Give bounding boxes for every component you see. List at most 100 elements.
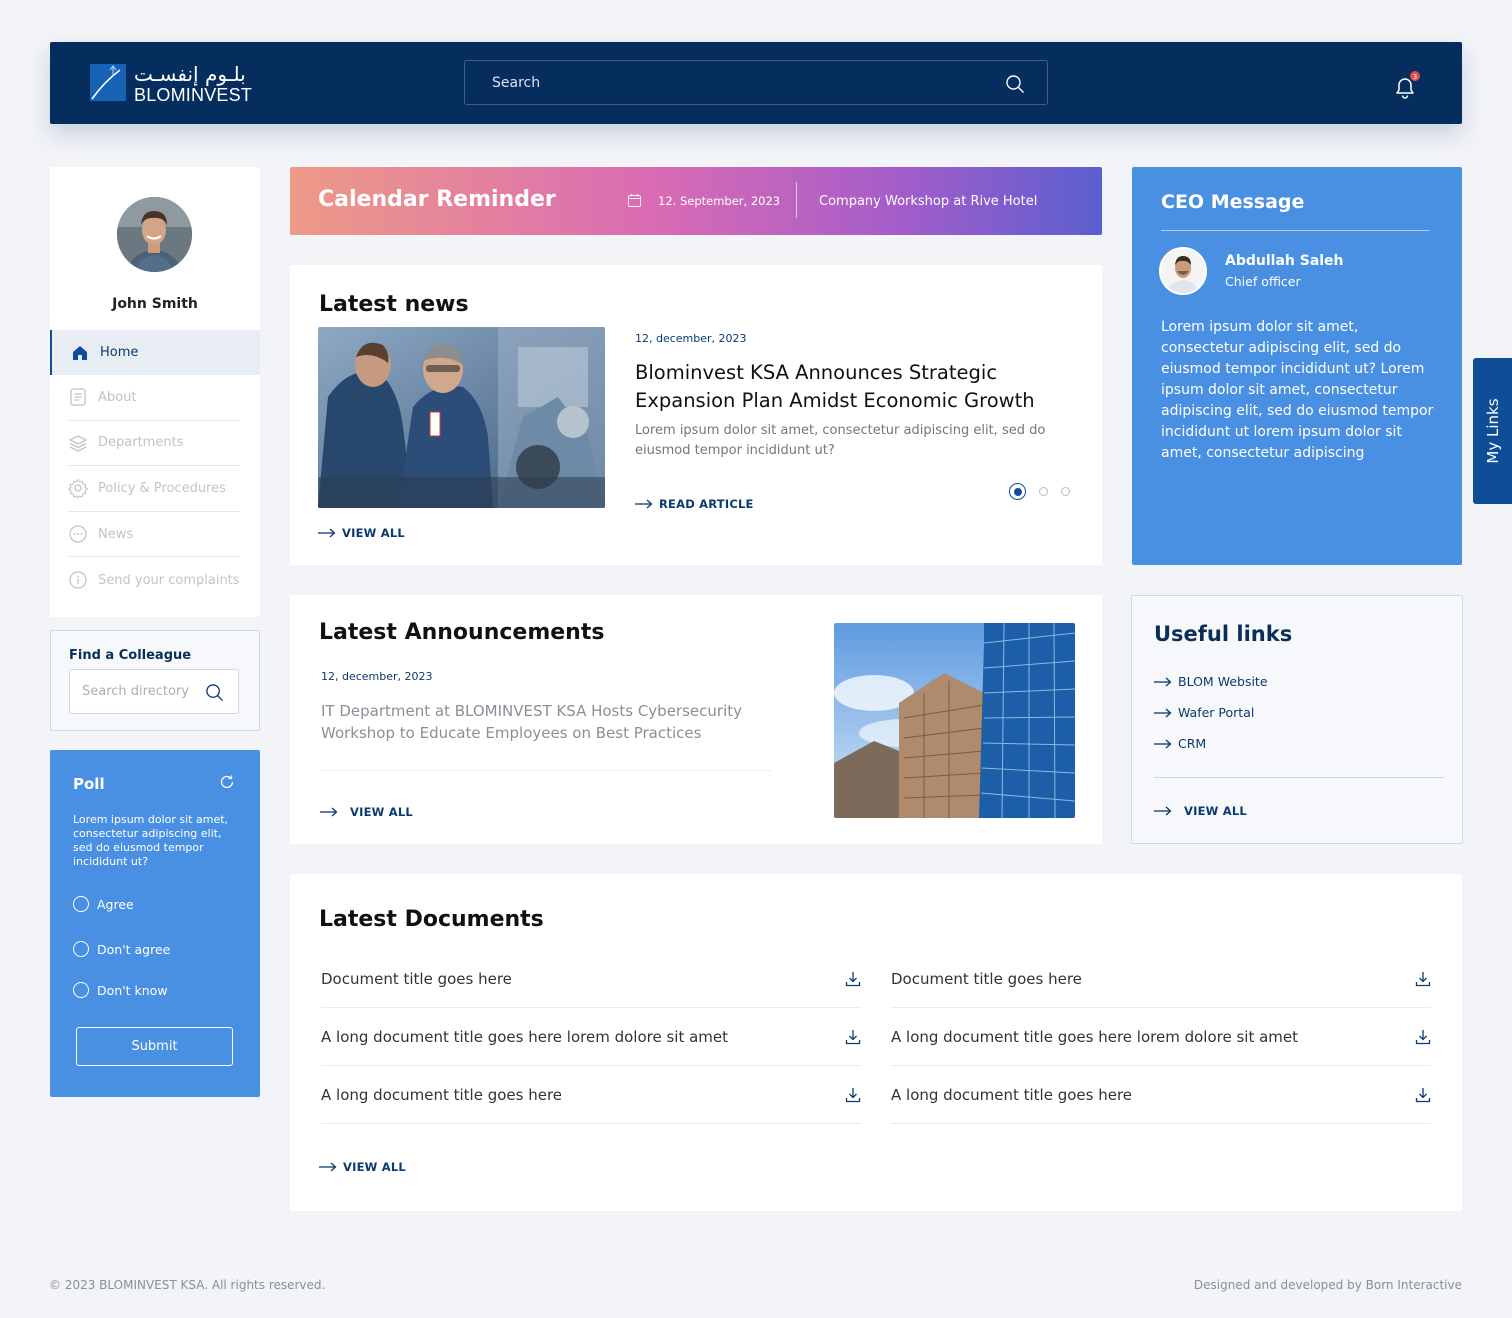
document-row[interactable]: A long document title goes here lorem do…	[321, 1008, 861, 1066]
radio-button[interactable]	[73, 896, 89, 912]
sidebar-item-home[interactable]: Home	[50, 330, 260, 375]
document-row[interactable]: A long document title goes here	[891, 1066, 1431, 1124]
read-article-link[interactable]: READ ARTICLE	[635, 493, 754, 512]
document-icon	[70, 388, 86, 406]
poll-option-agree[interactable]: Agree	[73, 896, 134, 912]
useful-link-wafer-portal[interactable]: Wafer Portal	[1154, 705, 1254, 720]
download-icon[interactable]	[1415, 971, 1431, 987]
news-carousel-dots	[1009, 483, 1070, 500]
carousel-dot-1[interactable]	[1009, 483, 1026, 500]
announcement-date: 12, december, 2023	[321, 670, 433, 683]
arrow-right-icon	[319, 1162, 337, 1171]
ceo-message-title: CEO Message	[1161, 191, 1305, 213]
arrow-right-icon	[1154, 677, 1172, 686]
top-header: بلـوم إنفسـت BLOMINVEST 3	[50, 42, 1462, 124]
calendar-reminder-banner[interactable]: Calendar Reminder 12. September, 2023 Co…	[290, 167, 1102, 235]
logo-arabic-text: بلـوم إنفسـت	[134, 62, 246, 86]
useful-links-view-all-link[interactable]: VIEW ALL	[1154, 800, 1247, 819]
carousel-dot-3[interactable]	[1061, 487, 1070, 496]
poll-option-label: Agree	[97, 896, 134, 912]
poll-option-dont-know[interactable]: Don't know	[73, 982, 168, 998]
latest-documents-card: Latest Documents Document title goes her…	[290, 874, 1462, 1211]
view-all-label: VIEW ALL	[342, 526, 405, 540]
arrow-right-icon	[1154, 806, 1172, 815]
footer-credit[interactable]: Designed and developed by Born Interacti…	[1194, 1278, 1462, 1292]
calendar-reminder-date: 12. September, 2023	[658, 194, 781, 208]
blominvest-logo[interactable]: بلـوم إنفسـت BLOMINVEST	[90, 62, 270, 105]
search-input[interactable]	[465, 61, 1047, 104]
sidebar-item-complaints[interactable]: Send your complaints	[68, 557, 240, 603]
view-all-label: VIEW ALL	[343, 1160, 406, 1174]
read-article-label: READ ARTICLE	[659, 497, 754, 511]
document-row[interactable]: A long document title goes here lorem do…	[891, 1008, 1431, 1066]
useful-links-title: Useful links	[1154, 622, 1293, 646]
document-row[interactable]: Document title goes here	[891, 950, 1431, 1008]
document-title: A long document title goes here lorem do…	[321, 1027, 729, 1046]
poll-option-dont-agree[interactable]: Don't agree	[73, 941, 170, 957]
download-icon[interactable]	[845, 1087, 861, 1103]
announcements-view-all-link[interactable]: VIEW ALL	[320, 801, 413, 820]
ceo-message-card: CEO Message Abdullah Saleh Chief officer…	[1132, 167, 1462, 565]
global-search	[464, 60, 1048, 105]
poll-submit-button[interactable]: Submit	[76, 1027, 233, 1066]
announcement-image[interactable]	[834, 623, 1075, 818]
download-icon[interactable]	[845, 971, 861, 987]
useful-link-blom-website[interactable]: BLOM Website	[1154, 674, 1268, 689]
document-title: A long document title goes here	[891, 1085, 1133, 1104]
announcements-title: Latest Announcements	[319, 620, 605, 645]
poll-option-label: Don't agree	[97, 941, 171, 957]
sidebar-item-label: Policy & Procedures	[98, 480, 226, 496]
poll-question: Lorem ipsum dolor sit amet, consectetur …	[73, 813, 229, 868]
notification-badge: 3	[1409, 70, 1421, 82]
news-image[interactable]	[318, 327, 605, 508]
document-row[interactable]: A long document title goes here	[321, 1066, 861, 1124]
chat-icon	[69, 525, 87, 543]
refresh-icon[interactable]	[219, 774, 235, 790]
ceo-message-text: Lorem ipsum dolor sit amet, consectetur …	[1161, 319, 1434, 461]
calendar-reminder-event: Company Workshop at Rive Hotel	[819, 194, 1038, 209]
logo-english-text: BLOMINVEST	[134, 85, 253, 105]
documents-view-all-link[interactable]: VIEW ALL	[319, 1156, 406, 1175]
ceo-avatar	[1159, 247, 1207, 295]
download-icon[interactable]	[1415, 1087, 1431, 1103]
sidebar-item-label: About	[98, 389, 137, 405]
my-links-label: My Links	[1483, 398, 1502, 464]
sidebar-item-label: News	[98, 526, 134, 542]
document-row[interactable]: Document title goes here	[321, 950, 861, 1008]
sidebar-item-departments[interactable]: Departments	[68, 421, 240, 467]
latest-announcements-card: Latest Announcements 12, december, 2023 …	[290, 595, 1102, 844]
arrow-right-icon	[1154, 739, 1172, 748]
search-icon[interactable]	[205, 683, 224, 702]
download-icon[interactable]	[845, 1029, 861, 1045]
sidebar-item-policy[interactable]: Policy & Procedures	[68, 466, 240, 512]
carousel-dot-2[interactable]	[1039, 487, 1048, 496]
arrow-right-icon	[1154, 708, 1172, 717]
useful-link-crm[interactable]: CRM	[1154, 736, 1206, 751]
radio-button[interactable]	[73, 941, 89, 957]
news-view-all-link[interactable]: VIEW ALL	[318, 522, 405, 541]
radio-button[interactable]	[73, 982, 89, 998]
useful-link-label: CRM	[1178, 736, 1207, 751]
profile-card: John Smith Home About Departments Policy…	[50, 167, 260, 617]
ceo-name: Abdullah Saleh	[1225, 253, 1344, 269]
directory-search	[69, 669, 239, 714]
poll-card: Poll Lorem ipsum dolor sit amet, consect…	[50, 750, 260, 1097]
document-title: Document title goes here	[321, 969, 512, 988]
search-icon[interactable]	[1005, 74, 1025, 94]
sidebar-nav: Home About Departments Policy & Procedur…	[50, 330, 260, 603]
my-links-tab[interactable]: My Links	[1473, 358, 1512, 504]
find-colleague-card: Find a Colleague	[50, 630, 260, 731]
useful-link-label: Wafer Portal	[1178, 705, 1255, 720]
document-title: A long document title goes here	[321, 1085, 563, 1104]
news-headline[interactable]: Blominvest KSA Announces Strategic Expan…	[635, 359, 1055, 415]
sidebar-item-about[interactable]: About	[68, 375, 240, 421]
info-icon	[69, 571, 87, 589]
notifications-button[interactable]: 3	[1392, 70, 1421, 100]
announcement-text[interactable]: IT Department at BLOMINVEST KSA Hosts Cy…	[321, 700, 761, 744]
view-all-label: VIEW ALL	[350, 805, 413, 819]
download-icon[interactable]	[1415, 1029, 1431, 1045]
sidebar-item-news[interactable]: News	[68, 512, 240, 558]
calendar-icon	[628, 194, 641, 207]
user-avatar[interactable]	[117, 197, 192, 272]
gear-icon	[68, 479, 88, 499]
